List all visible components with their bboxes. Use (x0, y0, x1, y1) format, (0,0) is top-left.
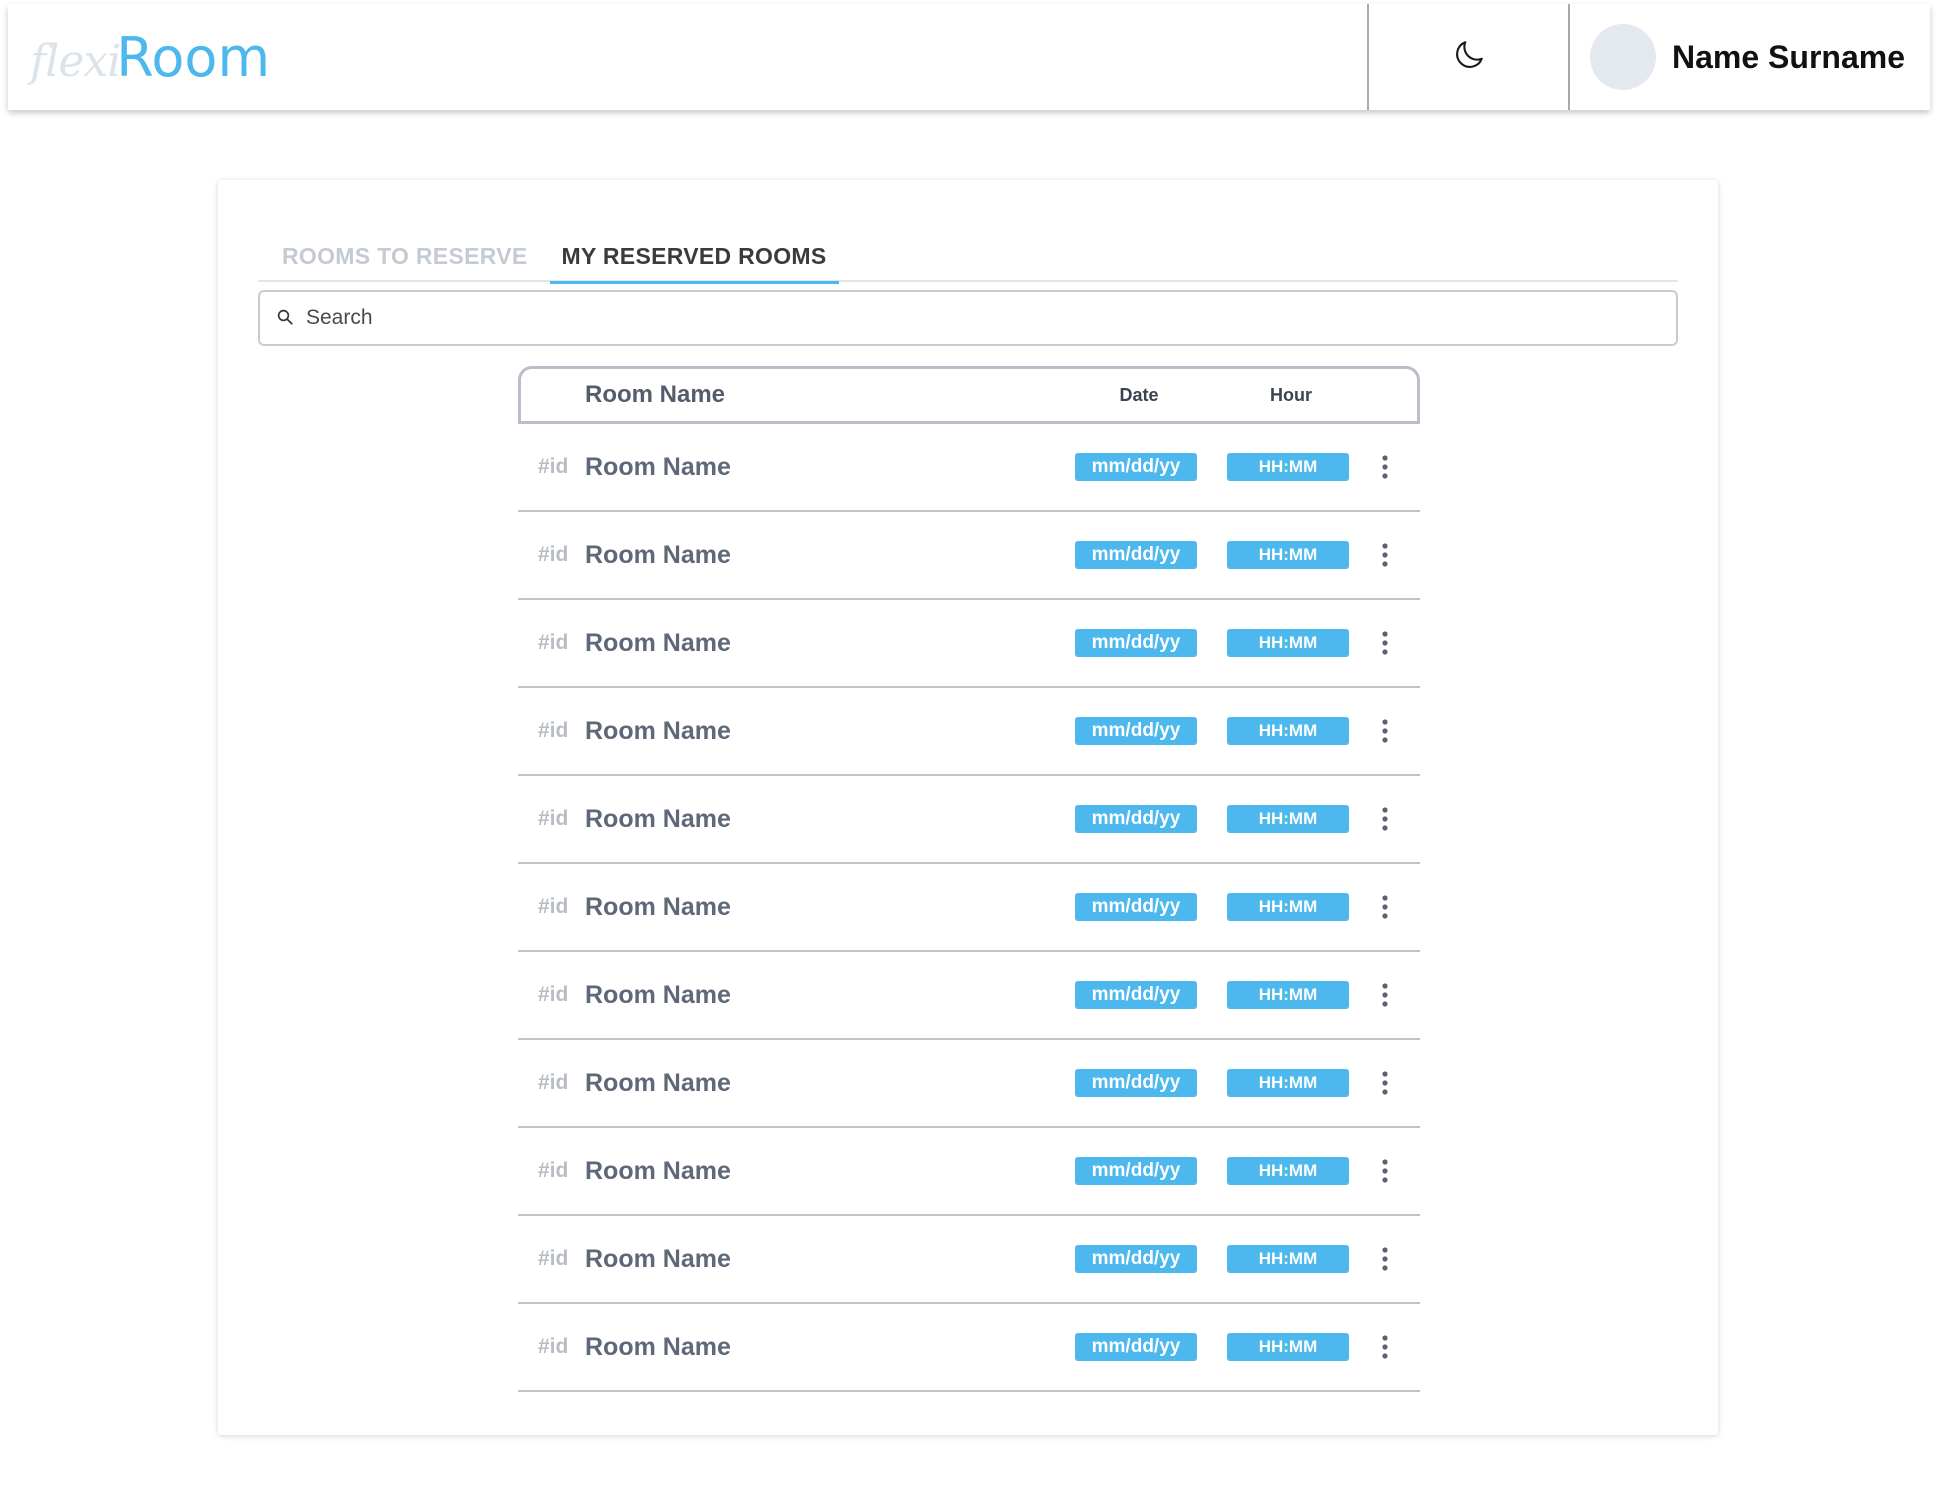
brand-prefix: flexi (30, 35, 121, 87)
more-options-icon[interactable] (1373, 716, 1397, 746)
moon-icon (1451, 37, 1487, 78)
date-badge[interactable]: mm/dd/yy (1075, 717, 1197, 745)
room-name[interactable]: Room Name (585, 981, 731, 1010)
room-name[interactable]: Room Name (585, 541, 731, 570)
date-badge[interactable]: mm/dd/yy (1075, 1333, 1197, 1361)
column-header-date[interactable]: Date (1078, 385, 1200, 406)
search-icon (276, 308, 296, 328)
tab-rooms-to-reserve[interactable]: ROOMS TO RESERVE (270, 230, 540, 282)
table-row[interactable]: #id Room Name mm/dd/yy HH:MM (518, 512, 1420, 600)
room-id: #id (538, 983, 569, 1006)
table-row[interactable]: #id Room Name mm/dd/yy HH:MM (518, 1304, 1420, 1392)
date-badge[interactable]: mm/dd/yy (1075, 453, 1197, 481)
room-name[interactable]: Room Name (585, 893, 731, 922)
hour-badge[interactable]: HH:MM (1227, 1157, 1349, 1185)
table-row[interactable]: #id Room Name mm/dd/yy HH:MM (518, 1040, 1420, 1128)
table-row[interactable]: #id Room Name mm/dd/yy HH:MM (518, 952, 1420, 1040)
date-badge[interactable]: mm/dd/yy (1075, 1245, 1197, 1273)
table-row[interactable]: #id Room Name mm/dd/yy HH:MM (518, 1216, 1420, 1304)
room-id: #id (538, 1247, 569, 1270)
hour-badge[interactable]: HH:MM (1227, 629, 1349, 657)
table-row[interactable]: #id Room Name mm/dd/yy HH:MM (518, 776, 1420, 864)
hour-badge[interactable]: HH:MM (1227, 717, 1349, 745)
table-header: Room Name Date Hour (518, 366, 1420, 424)
table-row[interactable]: #id Room Name mm/dd/yy HH:MM (518, 1128, 1420, 1216)
more-options-icon[interactable] (1373, 892, 1397, 922)
more-options-icon[interactable] (1373, 452, 1397, 482)
room-id: #id (538, 1335, 569, 1358)
tab-bar: ROOMS TO RESERVE MY RESERVED ROOMS (258, 230, 1678, 284)
tab-my-reserved-rooms[interactable]: MY RESERVED ROOMS (549, 230, 839, 284)
brand-name: Room (116, 25, 271, 89)
room-name[interactable]: Room Name (585, 1157, 731, 1186)
search-bar[interactable] (258, 290, 1678, 346)
user-menu[interactable]: Name Surname (1568, 4, 1930, 110)
more-options-icon[interactable] (1373, 980, 1397, 1010)
brand-logo[interactable]: flexi Room (8, 4, 1367, 110)
table-row[interactable]: #id Room Name mm/dd/yy HH:MM (518, 864, 1420, 952)
date-badge[interactable]: mm/dd/yy (1075, 981, 1197, 1009)
room-name[interactable]: Room Name (585, 629, 731, 658)
column-header-room-name[interactable]: Room Name (585, 381, 725, 409)
hour-badge[interactable]: HH:MM (1227, 1245, 1349, 1273)
more-options-icon[interactable] (1373, 540, 1397, 570)
room-name[interactable]: Room Name (585, 805, 731, 834)
room-id: #id (538, 1071, 569, 1094)
date-badge[interactable]: mm/dd/yy (1075, 1069, 1197, 1097)
hour-badge[interactable]: HH:MM (1227, 541, 1349, 569)
room-id: #id (538, 719, 569, 742)
search-input[interactable] (306, 306, 1646, 330)
reservations-card: ROOMS TO RESERVE MY RESERVED ROOMS Room … (218, 180, 1718, 1435)
room-id: #id (538, 895, 569, 918)
reservations-table: Room Name Date Hour #id Room Name mm/dd/yy… (518, 366, 1420, 1392)
more-options-icon[interactable] (1373, 1068, 1397, 1098)
room-id: #id (538, 1159, 569, 1182)
room-id: #id (538, 631, 569, 654)
more-options-icon[interactable] (1373, 804, 1397, 834)
room-id: #id (538, 543, 569, 566)
hour-badge[interactable]: HH:MM (1227, 1333, 1349, 1361)
room-name[interactable]: Room Name (585, 717, 731, 746)
date-badge[interactable]: mm/dd/yy (1075, 541, 1197, 569)
table-row[interactable]: #id Room Name mm/dd/yy HH:MM (518, 600, 1420, 688)
more-options-icon[interactable] (1373, 1156, 1397, 1186)
more-options-icon[interactable] (1373, 1244, 1397, 1274)
avatar[interactable] (1590, 24, 1656, 90)
room-id: #id (538, 455, 569, 478)
hour-badge[interactable]: HH:MM (1227, 805, 1349, 833)
hour-badge[interactable]: HH:MM (1227, 893, 1349, 921)
date-badge[interactable]: mm/dd/yy (1075, 629, 1197, 657)
room-name[interactable]: Room Name (585, 453, 731, 482)
hour-badge[interactable]: HH:MM (1227, 1069, 1349, 1097)
date-badge[interactable]: mm/dd/yy (1075, 893, 1197, 921)
top-navbar: flexi Room Name Surname (8, 4, 1930, 110)
date-badge[interactable]: mm/dd/yy (1075, 1157, 1197, 1185)
column-header-hour[interactable]: Hour (1230, 385, 1352, 406)
more-options-icon[interactable] (1373, 628, 1397, 658)
more-options-icon[interactable] (1373, 1332, 1397, 1362)
table-row[interactable]: #id Room Name mm/dd/yy HH:MM (518, 424, 1420, 512)
room-name[interactable]: Room Name (585, 1245, 731, 1274)
room-name[interactable]: Room Name (585, 1069, 731, 1098)
table-row[interactable]: #id Room Name mm/dd/yy HH:MM (518, 688, 1420, 776)
table-body: #id Room Name mm/dd/yy HH:MM #id Room Name mm/… (518, 424, 1420, 1392)
room-name[interactable]: Room Name (585, 1333, 731, 1362)
theme-toggle-button[interactable] (1367, 4, 1568, 110)
hour-badge[interactable]: HH:MM (1227, 981, 1349, 1009)
room-id: #id (538, 807, 569, 830)
date-badge[interactable]: mm/dd/yy (1075, 805, 1197, 833)
user-name: Name Surname (1672, 38, 1905, 75)
hour-badge[interactable]: HH:MM (1227, 453, 1349, 481)
